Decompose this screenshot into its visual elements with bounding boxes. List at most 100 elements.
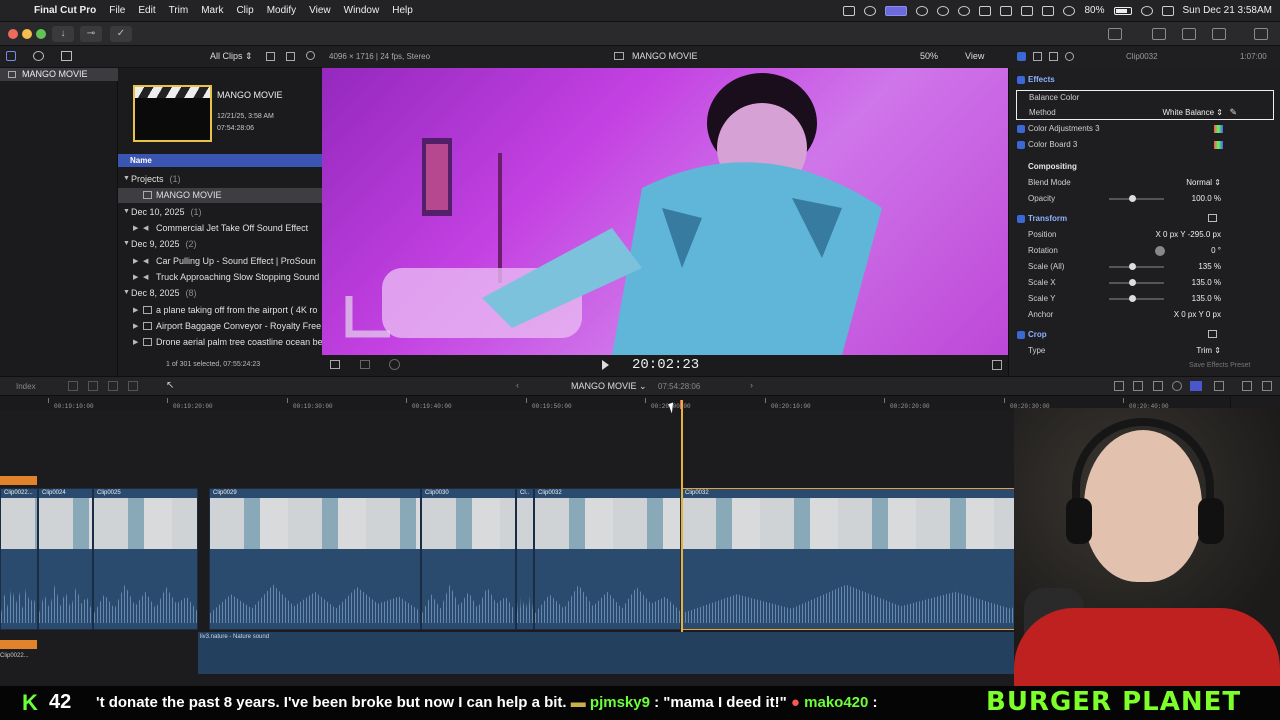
menu-edit[interactable]: Edit [138,5,155,16]
browser-toggle-icon[interactable] [1152,28,1166,40]
photos-icon[interactable] [33,51,44,61]
search-browser-icon[interactable] [306,51,315,60]
disclosure-closed-icon[interactable]: ▶ [133,273,138,281]
audio-clip[interactable]: liv3.nature - Nature sound [198,632,1028,674]
method-dropdown[interactable]: White Balance ⇕ [1162,108,1223,117]
list-item[interactable]: ▶ ◀ Car Pulling Up - Sound Effect | ProS… [118,254,322,269]
search-icon[interactable] [1140,5,1153,16]
edit-connect-icon[interactable] [68,381,78,391]
clip-appearance-icon[interactable] [1214,381,1224,391]
audio-skimming-icon[interactable] [1172,381,1182,391]
crop-checkbox[interactable] [1017,331,1025,339]
rotation-value[interactable]: 0 ° [1211,246,1221,255]
position-value[interactable]: X 0 px Y -295.0 px [1155,230,1221,239]
status-icon-3[interactable] [916,5,929,16]
titles-icon[interactable] [61,51,72,61]
menu-file[interactable]: File [109,5,125,16]
video-inspector-icon[interactable] [1017,52,1026,61]
timeline-clip[interactable]: Clip0029 [209,488,421,630]
menu-trim[interactable]: Trim [169,5,189,16]
status-icon-5[interactable] [1000,5,1013,16]
menu-modify[interactable]: Modify [267,5,296,16]
effects-checkbox[interactable] [1017,76,1025,84]
timeline-clip[interactable]: Clip0024 [38,488,93,630]
transform-onscreen-icon[interactable] [1208,214,1217,222]
timeline-clip[interactable]: Clip0032 [534,488,681,630]
select-tool-icon[interactable]: ↖ [166,380,174,391]
viewer-frame[interactable] [322,68,1008,355]
inspector-toggle-icon[interactable] [1212,28,1226,40]
edit-append-icon[interactable] [108,381,118,391]
transform-tool-icon[interactable] [330,360,340,369]
disclosure-closed-icon[interactable]: ▶ [133,224,138,232]
list-item[interactable]: MANGO MOVIE [118,188,322,203]
transform-checkbox[interactable] [1017,215,1025,223]
color-inspector-icon[interactable] [1033,52,1042,61]
control-center-icon[interactable] [1161,5,1174,16]
library-icon[interactable] [6,51,16,61]
status-icon-4[interactable] [937,5,950,16]
color-adjustments-icon[interactable] [1214,125,1223,133]
menu-clip[interactable]: Clip [236,5,253,16]
list-item[interactable]: ▶ Airport Baggage Conveyor - Royalty Fre… [118,319,322,334]
minimize-window-button[interactable] [22,29,32,39]
snapping-icon[interactable] [1133,381,1143,391]
library-item[interactable]: MANGO MOVIE [0,68,118,81]
view-dropdown[interactable]: View [965,51,984,61]
edit-insert-icon[interactable] [88,381,98,391]
group-dec-10[interactable]: ▼ Dec 10, 2025 (1) [118,205,322,220]
volume-icon[interactable] [979,5,992,16]
list-item[interactable]: ▶ Drone aerial palm tree coastline ocean… [118,335,322,350]
enhance-tool-icon[interactable] [360,360,370,369]
anchor-value[interactable]: X 0 px Y 0 px [1174,310,1221,319]
screen-record-icon[interactable] [885,5,908,16]
scale-x-value[interactable]: 135.0 % [1192,278,1221,287]
connected-clip-stub-lower[interactable] [0,640,37,649]
timeline-toggle-icon[interactable] [1182,28,1196,40]
scale-y-value[interactable]: 135.0 % [1192,294,1221,303]
group-dec-8[interactable]: ▼ Dec 8, 2025 (8) [118,286,322,301]
menu-window[interactable]: Window [344,5,380,16]
history-forward-icon[interactable]: › [750,380,753,390]
compositing-section[interactable]: Compositing [1009,159,1280,175]
disclosure-closed-icon[interactable]: ▶ [133,306,138,314]
transitions-browser-icon[interactable] [1262,381,1272,391]
timeline-clip[interactable]: Clip0030 [421,488,516,630]
list-item[interactable]: ▶ ◀ Truck Approaching Slow Stopping Soun… [118,270,322,285]
status-icon-2[interactable] [864,5,877,16]
color-board-checkbox[interactable] [1017,141,1025,149]
bluetooth-icon[interactable] [1042,5,1055,16]
share-icon[interactable] [1254,28,1268,40]
blend-mode-dropdown[interactable]: Normal ⇕ [1186,178,1221,187]
balance-color-effect[interactable]: Balance Color Method White Balance ⇕ ✎ [1016,90,1274,120]
clip-appearance-icon[interactable] [286,52,295,61]
color-board-icon[interactable] [1214,141,1223,149]
status-icon-1[interactable] [843,5,856,16]
disclosure-open-icon[interactable]: ▼ [123,175,130,182]
import-button[interactable]: ↓ [52,26,74,42]
group-dec-9[interactable]: ▼ Dec 9, 2025 (2) [118,237,322,252]
color-adjustments-checkbox[interactable] [1017,125,1025,133]
save-effects-preset-button[interactable]: Save Effects Preset [1189,362,1250,369]
edit-overwrite-icon[interactable] [128,381,138,391]
speed-tool-icon[interactable] [389,359,400,370]
menu-mark[interactable]: Mark [201,5,223,16]
audio-inspector-icon[interactable] [1049,52,1058,61]
menu-help[interactable]: Help [392,5,413,16]
crop-type-dropdown[interactable]: Trim ⇕ [1196,346,1221,355]
keyword-button[interactable]: ⊸ [80,26,102,42]
timecode-display[interactable]: 20:02:23 [632,357,699,373]
scale-all-value[interactable]: 135 % [1198,262,1221,271]
menu-view[interactable]: View [309,5,331,16]
disclosure-open-icon[interactable]: ▼ [123,240,130,247]
share-layout-icon[interactable] [1108,28,1122,40]
timeline-project-dropdown[interactable]: MANGO MOVIE ⌄ [571,381,647,392]
eyedropper-icon[interactable]: ✎ [1229,107,1237,118]
scale-all-slider[interactable] [1109,263,1164,270]
play-status-icon[interactable] [958,5,971,16]
disclosure-closed-icon[interactable]: ▶ [133,338,138,346]
zoom-dropdown[interactable]: 50% [920,51,938,61]
info-inspector-icon[interactable] [1065,52,1074,61]
clock[interactable]: Sun Dec 21 3:58AM [1183,5,1273,16]
fullscreen-icon[interactable] [992,360,1002,370]
